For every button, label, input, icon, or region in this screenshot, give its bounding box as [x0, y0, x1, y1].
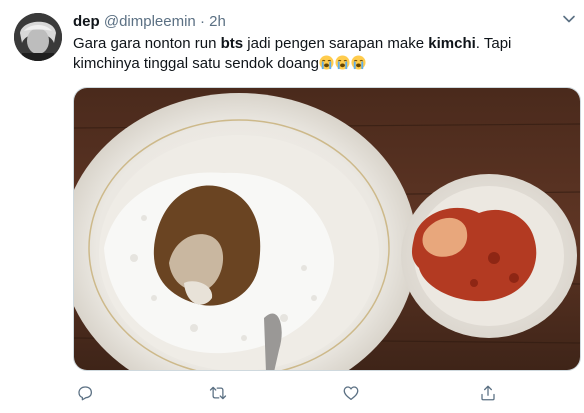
- share-icon: [481, 385, 495, 401]
- food-photo: [74, 88, 580, 370]
- tweet-header: dep @dimpleemin · 2h: [73, 12, 226, 32]
- retweet-icon: [209, 386, 227, 400]
- like-button[interactable]: [339, 381, 363, 405]
- heart-icon: [343, 386, 359, 401]
- tweet-text-bold: kimchi: [428, 35, 476, 52]
- avatar-image: [14, 13, 62, 61]
- timestamp[interactable]: 2h: [209, 13, 226, 30]
- loudly-crying-face-icon: [351, 55, 366, 70]
- chevron-down-icon: [563, 15, 575, 23]
- display-name[interactable]: dep: [73, 13, 100, 30]
- loudly-crying-face-icon: [335, 55, 350, 70]
- tweet-text-part: jadi pengen sarapan make: [243, 35, 429, 52]
- reply-icon: [78, 386, 93, 401]
- user-handle[interactable]: @dimpleemin: [104, 13, 196, 30]
- tweet-actions: [73, 381, 553, 405]
- loudly-crying-face-icon: [319, 55, 334, 70]
- retweet-button[interactable]: [206, 381, 230, 405]
- tweet-photo[interactable]: [73, 87, 581, 371]
- tweet-text-bold: bts: [220, 35, 244, 52]
- reply-button[interactable]: [73, 381, 97, 405]
- more-options-button[interactable]: [560, 10, 578, 28]
- tweet-text-part: Gara gara nonton run: [73, 35, 221, 52]
- separator-dot: ·: [199, 13, 205, 30]
- tweet-card[interactable]: dep @dimpleemin · 2h Gara gara nonton ru…: [0, 0, 584, 413]
- share-button[interactable]: [476, 381, 500, 405]
- tweet-text: Gara gara nonton run bts jadi pengen sar…: [73, 34, 573, 74]
- avatar[interactable]: [14, 13, 62, 61]
